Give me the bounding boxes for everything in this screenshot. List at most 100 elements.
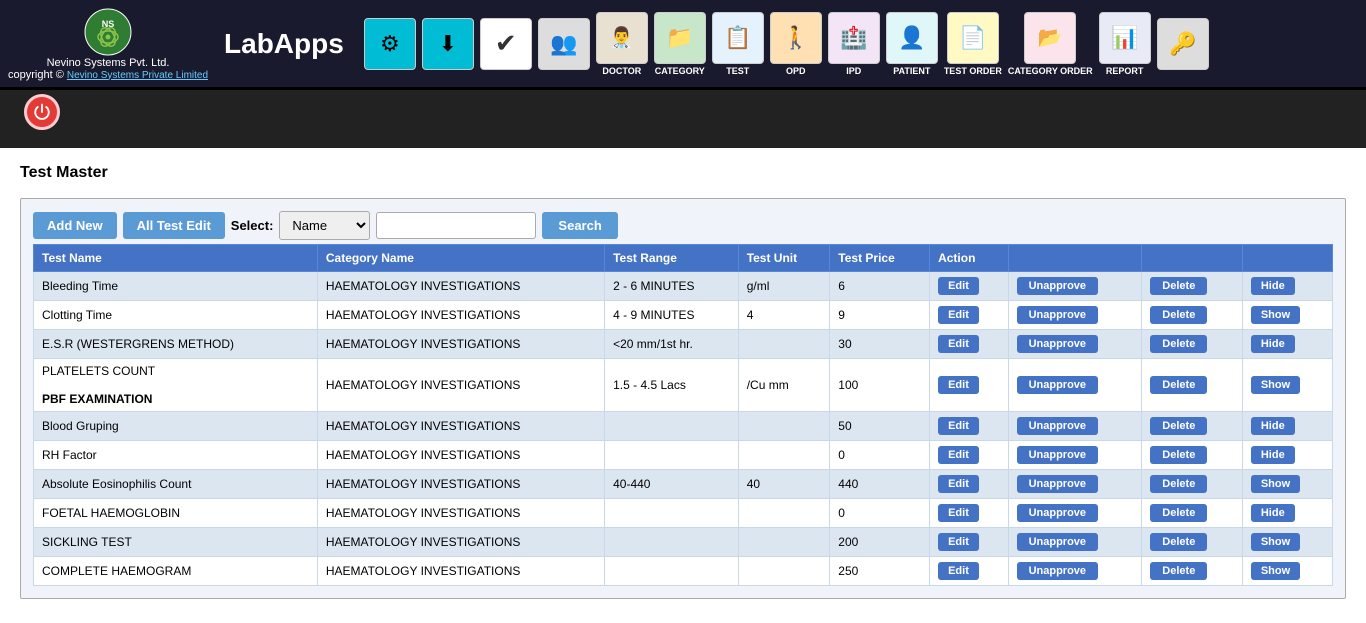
cell-unit bbox=[738, 412, 830, 441]
ipd-label: IPD bbox=[846, 66, 861, 76]
hide-button[interactable]: Hide bbox=[1251, 504, 1295, 522]
nav-icon-report[interactable]: 📊 REPORT bbox=[1099, 12, 1151, 76]
delete-button[interactable]: Delete bbox=[1150, 446, 1207, 464]
unapprove-button[interactable]: Unapprove bbox=[1017, 335, 1098, 353]
sub-header-bar bbox=[0, 134, 1366, 148]
edit-button[interactable]: Edit bbox=[938, 306, 979, 324]
nav-icon-category-order[interactable]: 📂 CATEGORY ORDER bbox=[1008, 12, 1093, 76]
edit-button[interactable]: Edit bbox=[938, 504, 979, 522]
cell-edit: Edit bbox=[930, 412, 1008, 441]
cell-unit: 4 bbox=[738, 301, 830, 330]
unapprove-button[interactable]: Unapprove bbox=[1017, 475, 1098, 493]
cell-test-name: FOETAL HAEMOGLOBIN bbox=[34, 499, 318, 528]
cell-delete: Delete bbox=[1142, 301, 1243, 330]
edit-button[interactable]: Edit bbox=[938, 335, 979, 353]
hide-button[interactable]: Hide bbox=[1251, 417, 1295, 435]
nav-icon-keys[interactable]: 🔑 bbox=[1157, 18, 1209, 70]
cell-edit: Edit bbox=[930, 499, 1008, 528]
unapprove-button[interactable]: Unapprove bbox=[1017, 306, 1098, 324]
delete-button[interactable]: Delete bbox=[1150, 562, 1207, 580]
all-test-edit-button[interactable]: All Test Edit bbox=[123, 212, 225, 239]
show-button[interactable]: Show bbox=[1251, 533, 1300, 551]
unapprove-button[interactable]: Unapprove bbox=[1017, 277, 1098, 295]
cell-showhide: Show bbox=[1242, 470, 1332, 499]
nav-icon-patient[interactable]: 👤 PATIENT bbox=[886, 12, 938, 76]
people-icon: 👥 bbox=[538, 18, 590, 70]
edit-button[interactable]: Edit bbox=[938, 376, 979, 394]
table-row: Bleeding TimeHAEMATOLOGY INVESTIGATIONS2… bbox=[34, 272, 1333, 301]
report-icon: 📊 bbox=[1099, 12, 1151, 64]
nav-icon-settings[interactable]: ⚙ bbox=[364, 18, 416, 70]
unapprove-button[interactable]: Unapprove bbox=[1017, 562, 1098, 580]
add-new-button[interactable]: Add New bbox=[33, 212, 117, 239]
delete-button[interactable]: Delete bbox=[1150, 417, 1207, 435]
delete-button[interactable]: Delete bbox=[1150, 277, 1207, 295]
nav-icon-ipd[interactable]: 🏥 IPD bbox=[828, 12, 880, 76]
cell-category: HAEMATOLOGY INVESTIGATIONS bbox=[317, 470, 604, 499]
logo-area: NS Nevino Systems Pvt. Ltd. copyright © … bbox=[8, 7, 208, 81]
show-button[interactable]: Show bbox=[1251, 562, 1300, 580]
delete-button[interactable]: Delete bbox=[1150, 475, 1207, 493]
unapprove-button[interactable]: Unapprove bbox=[1017, 446, 1098, 464]
edit-button[interactable]: Edit bbox=[938, 562, 979, 580]
hide-button[interactable]: Hide bbox=[1251, 446, 1295, 464]
cell-showhide: Hide bbox=[1242, 272, 1332, 301]
cell-category: HAEMATOLOGY INVESTIGATIONS bbox=[317, 441, 604, 470]
delete-button[interactable]: Delete bbox=[1150, 533, 1207, 551]
cell-showhide: Hide bbox=[1242, 412, 1332, 441]
cell-delete: Delete bbox=[1142, 528, 1243, 557]
cell-edit: Edit bbox=[930, 272, 1008, 301]
select-dropdown[interactable]: Name Category bbox=[279, 211, 370, 240]
table-row: FOETAL HAEMOGLOBINHAEMATOLOGY INVESTIGAT… bbox=[34, 499, 1333, 528]
category-order-label: CATEGORY ORDER bbox=[1008, 66, 1093, 76]
cell-unit: g/ml bbox=[738, 272, 830, 301]
edit-button[interactable]: Edit bbox=[938, 417, 979, 435]
unapprove-button[interactable]: Unapprove bbox=[1017, 533, 1098, 551]
nav-icon-check[interactable]: ✔ bbox=[480, 18, 532, 70]
search-button[interactable]: Search bbox=[542, 212, 617, 239]
delete-button[interactable]: Delete bbox=[1150, 335, 1207, 353]
edit-button[interactable]: Edit bbox=[938, 475, 979, 493]
cell-edit: Edit bbox=[930, 470, 1008, 499]
edit-button[interactable]: Edit bbox=[938, 277, 979, 295]
test-icon: 📋 bbox=[712, 12, 764, 64]
hide-button[interactable]: Hide bbox=[1251, 335, 1295, 353]
power-button[interactable] bbox=[24, 94, 60, 130]
cell-showhide: Show bbox=[1242, 301, 1332, 330]
nav-icon-test-order[interactable]: 📄 TEST ORDER bbox=[944, 12, 1002, 76]
edit-button[interactable]: Edit bbox=[938, 446, 979, 464]
cell-price: 30 bbox=[830, 330, 930, 359]
nav-icon-test[interactable]: 📋 TEST bbox=[712, 12, 764, 76]
show-button[interactable]: Show bbox=[1251, 475, 1300, 493]
company-link[interactable]: Nevino Systems Private Limited bbox=[67, 70, 208, 81]
nav-icon-opd[interactable]: 🚶 OPD bbox=[770, 12, 822, 76]
cell-test-name: COMPLETE HAEMOGRAM bbox=[34, 557, 318, 586]
download-icon: ⬇ bbox=[422, 18, 474, 70]
delete-button[interactable]: Delete bbox=[1150, 504, 1207, 522]
edit-button[interactable]: Edit bbox=[938, 533, 979, 551]
cell-unapprove: Unapprove bbox=[1008, 499, 1142, 528]
unapprove-button[interactable]: Unapprove bbox=[1017, 417, 1098, 435]
unapprove-button[interactable]: Unapprove bbox=[1017, 376, 1098, 394]
unapprove-button[interactable]: Unapprove bbox=[1017, 504, 1098, 522]
nav-icon-category[interactable]: 📁 CATEGORY bbox=[654, 12, 706, 76]
category-label: CATEGORY bbox=[655, 66, 705, 76]
nav-icon-download[interactable]: ⬇ bbox=[422, 18, 474, 70]
cell-price: 440 bbox=[830, 470, 930, 499]
header: NS Nevino Systems Pvt. Ltd. copyright © … bbox=[0, 0, 1366, 90]
show-button[interactable]: Show bbox=[1251, 376, 1300, 394]
cell-unapprove: Unapprove bbox=[1008, 330, 1142, 359]
cell-category: HAEMATOLOGY INVESTIGATIONS bbox=[317, 272, 604, 301]
cell-delete: Delete bbox=[1142, 412, 1243, 441]
cell-unit bbox=[738, 528, 830, 557]
nav-icon-doctor[interactable]: 👨‍⚕️ DOCTOR bbox=[596, 12, 648, 76]
nav-icon-people[interactable]: 👥 bbox=[538, 18, 590, 70]
delete-button[interactable]: Delete bbox=[1150, 306, 1207, 324]
show-button[interactable]: Show bbox=[1251, 306, 1300, 324]
gear-icon: ⚙ bbox=[364, 18, 416, 70]
check-icon: ✔ bbox=[480, 18, 532, 70]
search-input[interactable] bbox=[376, 212, 536, 239]
cell-unapprove: Unapprove bbox=[1008, 470, 1142, 499]
hide-button[interactable]: Hide bbox=[1251, 277, 1295, 295]
delete-button[interactable]: Delete bbox=[1150, 376, 1207, 394]
